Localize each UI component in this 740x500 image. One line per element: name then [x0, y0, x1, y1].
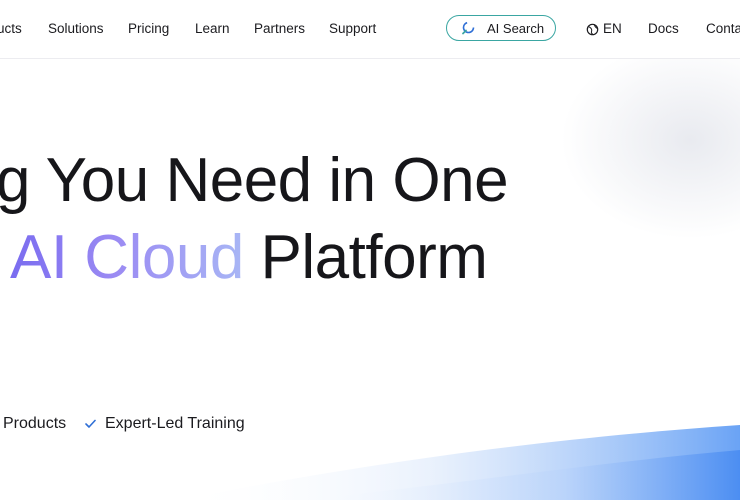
hero-headline-rest: Platform: [243, 223, 488, 292]
ai-search-button[interactable]: AI Search: [446, 15, 556, 41]
nav-item-contact[interactable]: Conta: [706, 21, 740, 37]
ai-search-label: AI Search: [487, 21, 545, 36]
feature-expert-training: Expert-Led Training: [105, 415, 245, 432]
hero-headline-line-2: AI Cloud Platform: [10, 222, 488, 294]
nav-item-pricing[interactable]: Pricing: [128, 21, 169, 37]
landing-page: ucts Solutions Pricing Learn Partners Su…: [0, 0, 740, 500]
feature-products: Products: [3, 415, 67, 432]
nav-item-support[interactable]: Support: [329, 21, 376, 37]
nav-item-products[interactable]: ucts: [0, 21, 22, 37]
nav-item-partners[interactable]: Partners: [254, 21, 305, 37]
check-icon: [85, 419, 96, 428]
language-selector[interactable]: EN: [586, 21, 622, 37]
background-glow: [560, 40, 740, 240]
nav-item-docs[interactable]: Docs: [648, 21, 679, 37]
language-label: EN: [603, 21, 622, 36]
hero-headline-accent: AI Cloud: [10, 223, 244, 292]
top-navigation: ucts Solutions Pricing Learn Partners Su…: [0, 0, 740, 59]
nav-item-learn[interactable]: Learn: [195, 21, 230, 37]
hero-headline-line-1: g You Need in One: [0, 146, 509, 215]
ai-search-icon: [462, 21, 475, 35]
globe-icon: [586, 23, 599, 35]
nav-item-solutions[interactable]: Solutions: [48, 21, 104, 37]
